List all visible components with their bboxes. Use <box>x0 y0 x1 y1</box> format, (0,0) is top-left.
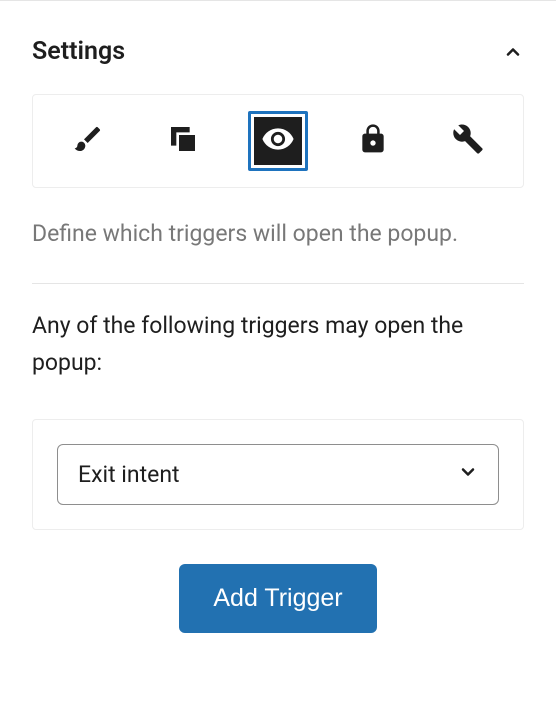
tab-layers[interactable] <box>153 111 213 171</box>
layers-icon <box>167 123 199 159</box>
add-trigger-button[interactable]: Add Trigger <box>179 564 376 633</box>
tab-triggers[interactable] <box>248 111 308 171</box>
triggers-instruction: Any of the following triggers may open t… <box>32 308 524 382</box>
wrench-icon <box>452 123 484 159</box>
divider <box>32 283 524 284</box>
trigger-select[interactable]: Exit intent <box>57 444 499 505</box>
brush-icon <box>72 123 104 159</box>
tab-advanced[interactable] <box>438 111 498 171</box>
trigger-select-value: Exit intent <box>78 461 180 488</box>
tab-appearance[interactable] <box>58 111 118 171</box>
actions-row: Add Trigger <box>32 564 524 633</box>
tab-description: Define which triggers will open the popu… <box>32 216 524 253</box>
tab-conditions[interactable] <box>343 111 403 171</box>
chevron-up-icon[interactable] <box>502 41 524 63</box>
trigger-row: Exit intent <box>32 419 524 530</box>
lock-icon <box>357 123 389 159</box>
settings-header[interactable]: Settings <box>32 1 524 94</box>
panel-title: Settings <box>32 37 125 66</box>
settings-tabs <box>32 94 524 188</box>
chevron-down-icon <box>458 461 478 488</box>
eye-icon <box>261 122 295 160</box>
